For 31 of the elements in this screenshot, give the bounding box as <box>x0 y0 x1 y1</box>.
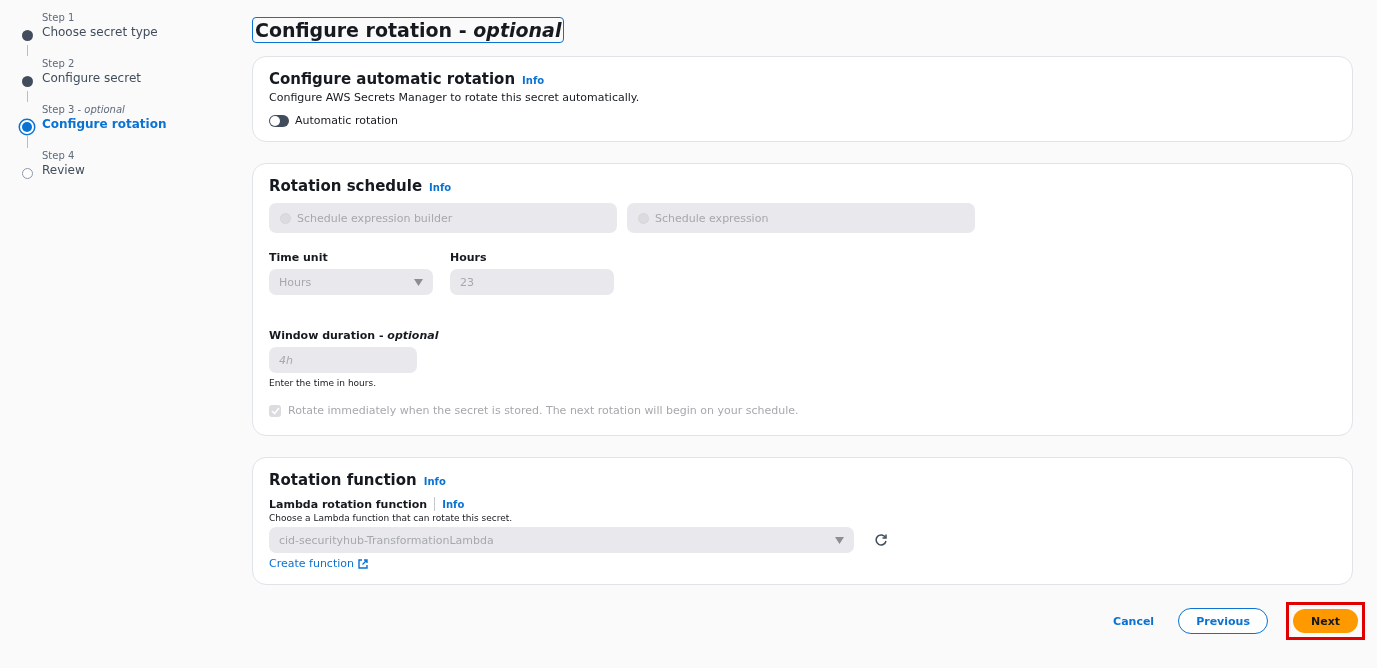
refresh-icon[interactable] <box>874 533 888 547</box>
info-link[interactable]: Info <box>429 182 452 193</box>
section-heading: Configure automatic rotation <box>269 70 516 88</box>
step-number: Step 2 <box>42 58 76 69</box>
field-label: Window duration - optional <box>269 329 440 342</box>
page-title: Configure rotation - optional <box>252 17 565 43</box>
caret-icon <box>835 536 844 544</box>
section-heading: Rotation function <box>269 471 417 489</box>
step-number: Step 4 <box>42 150 76 161</box>
step-label[interactable]: Configure secret <box>42 71 141 85</box>
field-description: Choose a Lambda function that can rotate this secret. <box>269 513 514 523</box>
cancel-button[interactable]: Cancel <box>1107 613 1161 629</box>
field-label: Hours <box>450 251 488 264</box>
field-label: Time unit <box>269 251 329 264</box>
previous-button[interactable]: Previous <box>1178 608 1268 634</box>
info-link[interactable]: Info <box>522 75 545 86</box>
next-button[interactable]: Next <box>1292 609 1358 633</box>
toggle-switch[interactable] <box>269 114 289 127</box>
step-label[interactable]: Choose secret type <box>42 25 158 39</box>
external-link-icon <box>358 558 368 569</box>
toggle-label: Automatic rotation <box>295 114 399 127</box>
caret-icon <box>414 278 423 286</box>
step-label[interactable]: Review <box>42 163 85 177</box>
field-label: Lambda rotation function <box>269 497 428 511</box>
step-number: Step 3 - optional <box>42 104 126 115</box>
section-heading: Rotation schedule <box>269 177 423 195</box>
step-label[interactable]: Configure rotation <box>42 117 167 131</box>
field-hint: Enter the time in hours. <box>269 378 378 388</box>
section-description: Configure AWS Secrets Manager to rotate this secret automatically. <box>269 91 641 104</box>
step-number: Step 1 <box>42 12 76 23</box>
checkbox-label: Rotate immediately when the secret is stored. The next rotation will begin on your schedule. <box>288 404 799 417</box>
